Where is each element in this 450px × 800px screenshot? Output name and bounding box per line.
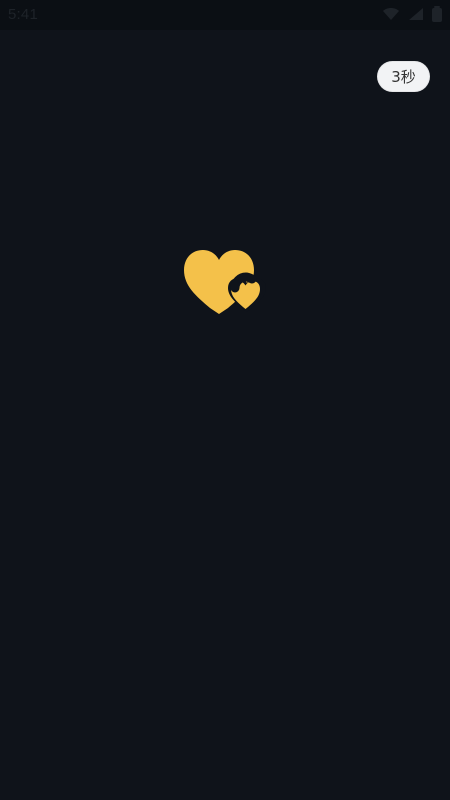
status-bar: 5:41 (0, 0, 450, 30)
status-time: 5:41 (8, 6, 38, 23)
double-heart-icon (182, 238, 268, 314)
wifi-icon (382, 7, 400, 21)
splash-screen: 5:41 3秒 (0, 0, 450, 800)
skip-countdown-button[interactable]: 3秒 (377, 61, 430, 92)
battery-icon (432, 6, 442, 22)
cellular-icon (408, 7, 424, 21)
status-icons (382, 6, 442, 22)
